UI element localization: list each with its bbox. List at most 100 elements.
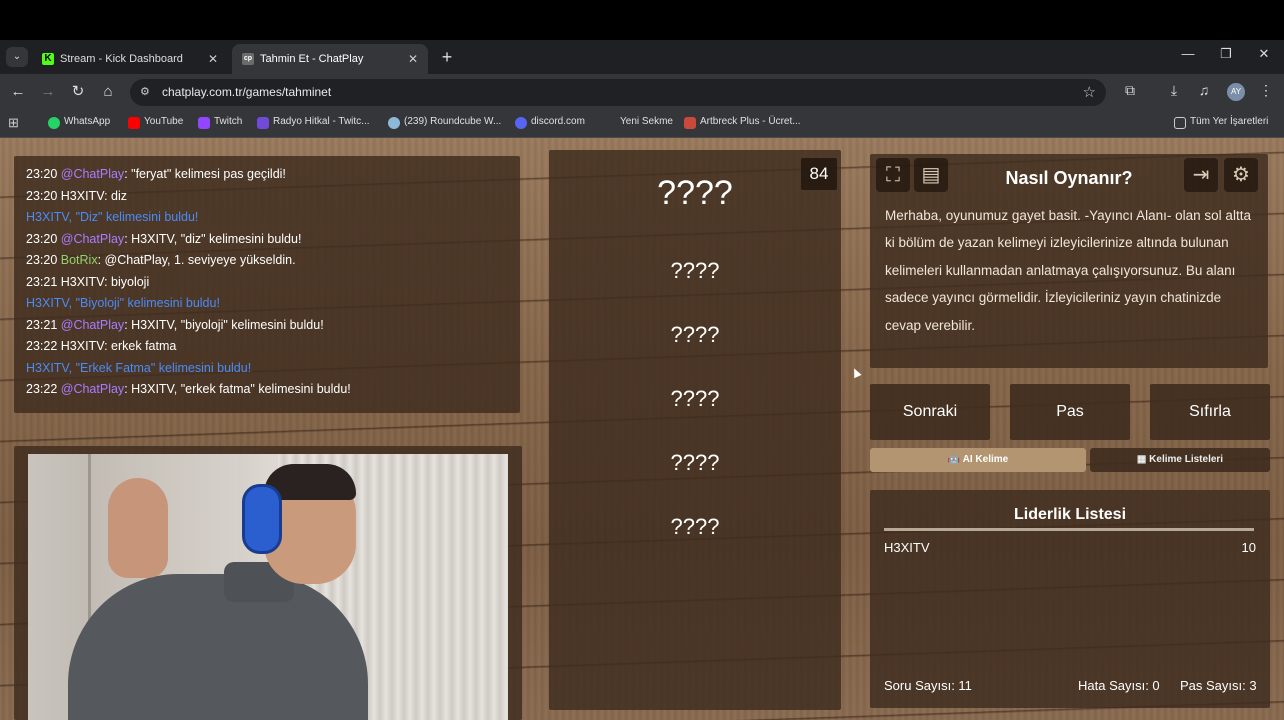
chat-timestamp: 23:22 bbox=[26, 339, 58, 353]
chat-username: H3XITV bbox=[26, 210, 69, 224]
how-to-play-text: Merhaba, oyunumuz gayet basit. -Yayıncı … bbox=[885, 208, 1251, 333]
chat-message: 23:22 H3XITV: erkek fatma bbox=[26, 336, 508, 358]
artbreck-icon bbox=[684, 117, 696, 129]
bookmark-roundcube[interactable]: (239) Roundcube W... bbox=[388, 116, 501, 129]
chat-timestamp: 23:20 bbox=[26, 253, 58, 267]
restore-icon[interactable]: ❐ bbox=[1214, 46, 1238, 62]
bookmark-youtube[interactable]: YouTube bbox=[128, 116, 183, 129]
newtab-icon bbox=[604, 117, 616, 129]
chat-message: 23:21 H3XITV: biyoloji bbox=[26, 272, 508, 294]
ai-word-button[interactable]: 🤖 AI Kelime bbox=[870, 448, 1086, 472]
bookmark-whatsapp[interactable]: WhatsApp bbox=[48, 116, 110, 129]
chat-message: 23:20 H3XITV: diz bbox=[26, 186, 508, 208]
forbidden-word: ???? bbox=[670, 258, 720, 283]
chat-message: 23:20 BotRix: @ChatPlay, 1. seviyeye yük… bbox=[26, 250, 508, 272]
close-tab-icon[interactable]: ✕ bbox=[208, 44, 218, 74]
bookmarks-bar: ⊞ WhatsApp YouTube Twitch Radyo Hitkal -… bbox=[0, 110, 1284, 138]
chat-text: : @ChatPlay, 1. seviyeye yükseldin. bbox=[97, 253, 296, 267]
twitch-icon bbox=[198, 117, 210, 129]
leaderboard-divider bbox=[884, 528, 1254, 531]
discord-icon bbox=[515, 117, 527, 129]
word-lists-button[interactable]: ▦ Kelime Listeleri bbox=[1090, 448, 1270, 472]
tab-chatplay[interactable]: cp Tahmin Et - ChatPlay ✕ bbox=[232, 44, 428, 74]
url-text: chatplay.com.tr/games/tahminet bbox=[162, 85, 332, 99]
error-count: Hata Sayısı: 0 bbox=[1078, 678, 1160, 693]
roundcube-icon bbox=[388, 117, 400, 129]
word-panel: 84 ???? ???? ???? ???? ???? ???? bbox=[549, 150, 841, 710]
bookmark-star-icon[interactable]: ☆ bbox=[1083, 83, 1096, 101]
main-word: ???? bbox=[657, 174, 733, 212]
robot-icon: 🤖 bbox=[947, 454, 963, 465]
headset-icon bbox=[242, 484, 282, 554]
bookmark-twitch[interactable]: Twitch bbox=[198, 116, 242, 129]
player-score: 10 bbox=[1241, 540, 1256, 555]
next-button[interactable]: Sonraki bbox=[870, 384, 990, 440]
question-count: Soru Sayısı: 11 bbox=[884, 678, 972, 693]
folder-icon bbox=[1174, 117, 1186, 129]
chat-text: : biyoloji bbox=[104, 274, 150, 289]
chat-timestamp: 23:21 bbox=[26, 274, 58, 289]
forbidden-word: ???? bbox=[670, 514, 720, 539]
reset-button[interactable]: Sıfırla bbox=[1150, 384, 1270, 440]
whatsapp-icon bbox=[48, 117, 60, 129]
mouse-cursor-icon bbox=[850, 366, 862, 379]
chat-username: @ChatPlay bbox=[60, 231, 125, 246]
bookmark-radyo[interactable]: Radyo Hitkal - Twitc... bbox=[257, 116, 370, 129]
chat-message: 23:22 @ChatPlay: H3XITV, "erkek fatma" k… bbox=[26, 379, 508, 401]
leaderboard-title: Liderlik Listesi bbox=[1013, 506, 1127, 523]
chat-text: , "Diz" kelimesini buldu! bbox=[68, 210, 199, 224]
chat-username: H3XITV bbox=[26, 296, 69, 310]
chat-panel: 23:20 @ChatPlay: "feryat" kelimesi pas g… bbox=[14, 156, 520, 413]
chat-username: @ChatPlay bbox=[60, 382, 125, 396]
tab-search-icon[interactable]: ⌄ bbox=[6, 47, 28, 67]
chat-username: @ChatPlay bbox=[60, 317, 125, 332]
chat-username: H3XITV bbox=[60, 339, 105, 353]
chat-message: 23:20 @ChatPlay: H3XITV, "diz" kelimesin… bbox=[26, 229, 508, 251]
chat-text: : H3XITV, "diz" kelimesini buldu! bbox=[124, 231, 302, 246]
chat-username: H3XITV bbox=[26, 360, 69, 375]
how-to-play-panel: ⛶ ▤ ⇥ ⚙ Nasıl Oynanır? Merhaba, oyunumuz… bbox=[870, 154, 1268, 368]
letterbox-top bbox=[0, 0, 1284, 40]
chat-timestamp: 23:22 bbox=[26, 382, 58, 396]
extensions-icon[interactable]: ⧉ bbox=[1120, 82, 1140, 99]
media-icon[interactable]: ♫ bbox=[1194, 82, 1214, 98]
list-icon: ▦ bbox=[1136, 454, 1150, 465]
download-icon[interactable]: ⤓ bbox=[1164, 82, 1184, 99]
forbidden-word: ???? bbox=[670, 386, 720, 411]
bookmark-discord[interactable]: discord.com bbox=[515, 116, 585, 129]
address-bar[interactable]: ⚙ chatplay.com.tr/games/tahminet ☆ bbox=[130, 79, 1106, 106]
chat-username: H3XITV bbox=[60, 188, 105, 203]
chat-text: , "Biyoloji" kelimesini buldu! bbox=[68, 296, 220, 310]
profile-avatar[interactable]: AY bbox=[1227, 83, 1245, 101]
all-bookmarks[interactable]: Tüm Yer İşaretleri bbox=[1174, 116, 1268, 129]
chat-text: : H3XITV, "erkek fatma" kelimesini buldu… bbox=[124, 382, 351, 396]
chat-username: H3XITV bbox=[60, 274, 105, 289]
site-info-icon[interactable]: ⚙ bbox=[140, 85, 150, 98]
close-window-icon[interactable]: ✕ bbox=[1252, 46, 1276, 62]
tab-kick-dashboard[interactable]: K Stream - Kick Dashboard ✕ bbox=[32, 44, 228, 74]
chat-message: H3XITV, "Diz" kelimesini buldu! bbox=[26, 207, 508, 229]
new-tab-button[interactable]: + bbox=[436, 46, 458, 68]
chat-text: : diz bbox=[104, 188, 128, 203]
leaderboard-panel: Liderlik Listesi H3XITV 10 Soru Sayısı: … bbox=[870, 490, 1270, 708]
chat-text: : "feryat" kelimesi pas geçildi! bbox=[124, 167, 286, 181]
menu-icon[interactable]: ⋮ bbox=[1256, 82, 1276, 99]
pass-button[interactable]: Pas bbox=[1010, 384, 1130, 440]
reload-icon[interactable]: ↻ bbox=[68, 82, 88, 102]
chat-username: @ChatPlay bbox=[60, 167, 125, 181]
apps-grid-icon[interactable]: ⊞ bbox=[8, 115, 19, 131]
browser-tabstrip: ⌄ K Stream - Kick Dashboard ✕ cp Tahmin … bbox=[0, 40, 1284, 74]
chat-message: 23:20 @ChatPlay: "feryat" kelimesi pas g… bbox=[26, 164, 508, 186]
close-tab-icon[interactable]: ✕ bbox=[408, 44, 418, 74]
game-page: 23:20 @ChatPlay: "feryat" kelimesi pas g… bbox=[0, 138, 1284, 720]
bookmark-artbreck[interactable]: Artbreck Plus - Ücret... bbox=[684, 116, 801, 129]
chat-timestamp: 23:20 bbox=[26, 188, 58, 203]
bookmark-new-tab[interactable]: Yeni Sekme bbox=[604, 116, 673, 127]
back-icon[interactable]: ← bbox=[8, 82, 28, 102]
home-icon[interactable]: ⌂ bbox=[98, 82, 118, 102]
forward-icon[interactable]: → bbox=[38, 82, 58, 102]
chat-timestamp: 23:21 bbox=[26, 317, 58, 332]
chat-message: H3XITV, "Erkek Fatma" kelimesini buldu! bbox=[26, 358, 508, 380]
minimize-icon[interactable]: — bbox=[1176, 46, 1200, 61]
leaderboard-row: H3XITV 10 bbox=[884, 540, 1256, 555]
